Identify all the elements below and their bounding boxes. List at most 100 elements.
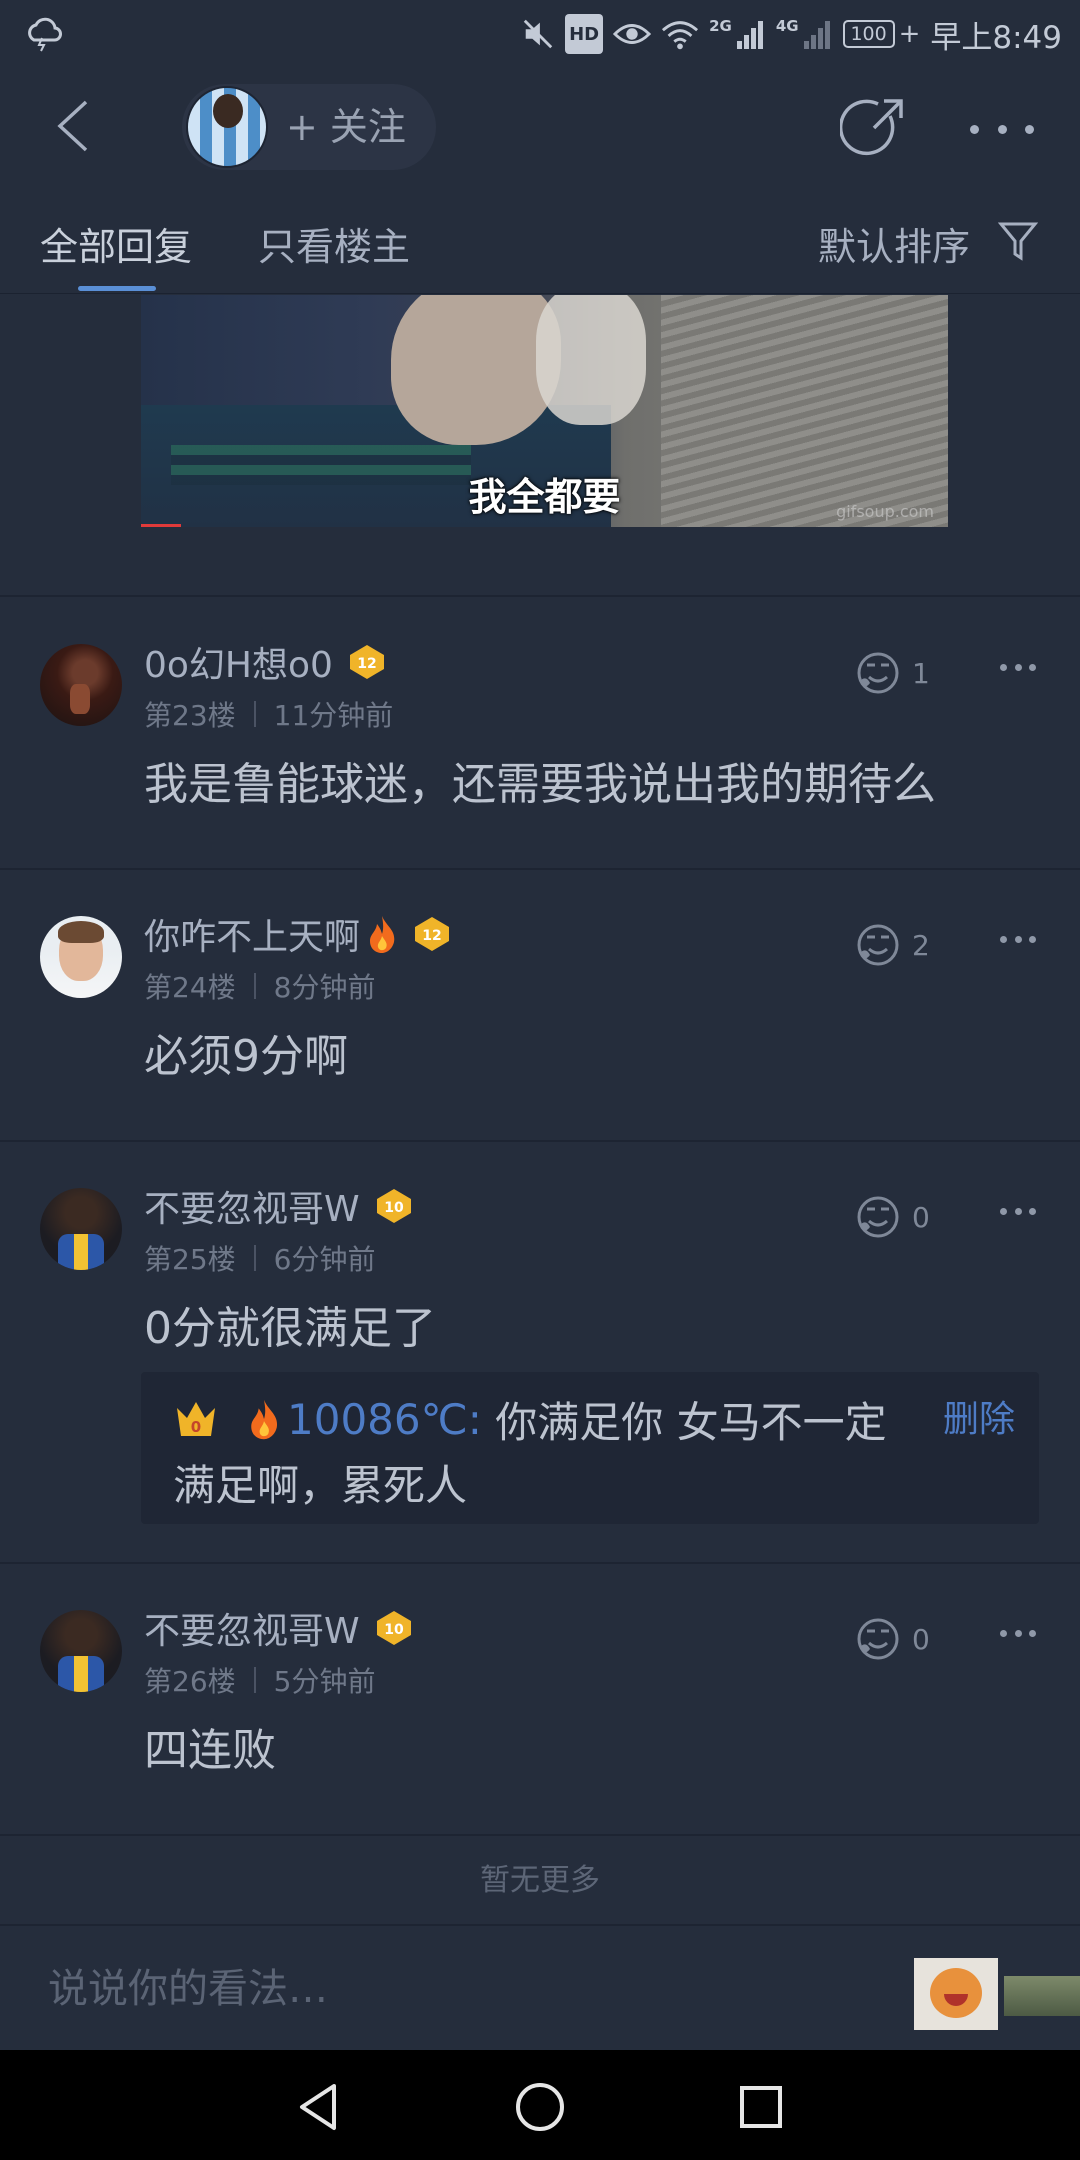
comment-more-button[interactable] (1000, 664, 1036, 674)
comment-header: 你咋不上天啊 12 (144, 908, 452, 960)
nav-home-button[interactable] (513, 2080, 567, 2134)
nav-back-button[interactable] (292, 2080, 346, 2134)
comment-text: 必须9分啊 (144, 1031, 348, 1082)
level-number: 10 (384, 1200, 404, 1216)
sub-reply-colon: : (467, 1394, 496, 1444)
meme-watermark: gifsoup.com (836, 502, 934, 521)
signal-icon (736, 14, 766, 54)
reply-input[interactable]: 说说你的看法… (48, 1956, 748, 2022)
comment-header: 不要忽视哥W 10 (144, 1602, 414, 1654)
comment-header: 不要忽视哥W 10 (144, 1180, 414, 1232)
mute-icon (521, 14, 555, 54)
meme-image[interactable]: 我全都要 gifsoup.com (141, 295, 948, 527)
delete-sub-reply-button[interactable]: 删除 (943, 1390, 1015, 1442)
post-time: 5分钟前 (273, 1665, 376, 1698)
network-2g-label: 2G (709, 17, 732, 35)
level-badge-icon: 12 (412, 915, 452, 953)
fire-icon (366, 914, 398, 954)
no-more-label: 暂无更多 (0, 1836, 1080, 1926)
author-avatar[interactable] (186, 86, 268, 168)
username[interactable]: 你咋不上天啊 (144, 908, 360, 960)
follow-label: + 关注 (286, 105, 406, 149)
avatar[interactable] (40, 644, 122, 726)
reply-tabs: 全部回复 只看楼主 默认排序 (0, 190, 1080, 294)
more-dots-icon (970, 124, 979, 134)
comment-header: 0o幻H想o0 12 (144, 636, 387, 688)
post-time: 6分钟前 (273, 1243, 376, 1276)
status-bar: HD 2G 4G 100 + 早上8:49 (0, 0, 1080, 66)
avatar[interactable] (40, 916, 122, 998)
username[interactable]: 0o幻H想o0 (144, 636, 333, 688)
comment-item: 你咋不上天啊 12 第24楼 8分钟前 必须9分啊 2 (0, 870, 1080, 1142)
image-thumbnail[interactable] (1004, 1976, 1080, 2016)
signal-icon-2 (803, 14, 833, 54)
comment-more-button[interactable] (1000, 1630, 1036, 1640)
nav-back-icon (300, 2084, 336, 2130)
like-button[interactable]: 0 (856, 1614, 930, 1664)
weather-icon (24, 16, 64, 52)
back-button[interactable] (44, 94, 108, 158)
floor-number: 第23楼 (144, 699, 236, 732)
sort-dropdown[interactable]: 默认排序 (818, 216, 970, 271)
comment-meta: 第25楼 6分钟前 (144, 1238, 375, 1278)
level-badge-icon: 12 (347, 643, 387, 681)
sub-reply-text-line1: 你满足你 女马不一定 (495, 1397, 887, 1447)
level-number: 12 (357, 656, 376, 672)
tab-all-replies[interactable]: 全部回复 (40, 216, 192, 271)
comment-item: 不要忽视哥W 10 第25楼 6分钟前 0分就很满足了 0 0 10086℃:… (0, 1142, 1080, 1564)
sub-reply[interactable]: 0 10086℃ : 你满足你 女马不一定 删除 满足啊，累死人 (141, 1372, 1039, 1524)
avatar[interactable] (40, 1188, 122, 1270)
floor-number: 第25楼 (144, 1243, 236, 1276)
floor-number: 第26楼 (144, 1665, 236, 1698)
level-badge-icon: 10 (374, 1609, 414, 1647)
comment-more-button[interactable] (1000, 936, 1036, 946)
hd-icon: HD (565, 14, 604, 54)
sub-reply-text-line2: 满足啊，累死人 (173, 1461, 468, 1510)
follow-button[interactable]: + 关注 (182, 84, 436, 170)
like-count: 1 (912, 656, 930, 690)
share-button[interactable] (838, 96, 906, 162)
emoji-sticker-thumbnail[interactable] (914, 1958, 998, 2030)
username[interactable]: 不要忽视哥W (144, 1180, 360, 1232)
nav-recents-button[interactable] (734, 2080, 788, 2134)
battery-indicator: 100 (842, 20, 895, 48)
more-options-button[interactable] (970, 114, 1034, 144)
crown-icon: 0 (177, 1402, 215, 1436)
sub-reply-username[interactable]: 10086℃ (287, 1395, 468, 1444)
charging-icon: + (898, 19, 921, 49)
crown-level: 0 (191, 1418, 201, 1436)
comment-item: 不要忽视哥W 10 第26楼 5分钟前 四连败 0 (0, 1564, 1080, 1836)
level-badge-icon: 10 (374, 1187, 414, 1225)
active-tab-indicator (78, 286, 156, 291)
comment-more-button[interactable] (1000, 1208, 1036, 1218)
post-header: + 关注 (0, 66, 1080, 190)
avatar[interactable] (40, 1610, 122, 1692)
share-icon (838, 99, 903, 156)
like-face-icon (857, 924, 899, 966)
reply-bar: 说说你的看法… (0, 1928, 1080, 2050)
comment-meta: 第23楼 11分钟前 (144, 694, 393, 734)
nav-home-icon (516, 2083, 564, 2131)
eye-comfort-icon (613, 14, 652, 54)
like-count: 2 (912, 928, 930, 962)
like-button[interactable]: 1 (856, 648, 930, 698)
username[interactable]: 不要忽视哥W (144, 1602, 360, 1654)
comment-meta: 第24楼 8分钟前 (144, 966, 375, 1006)
like-face-icon (857, 652, 899, 694)
comment-text: 我是鲁能球迷，还需要我说出我的期待么 (144, 759, 936, 810)
comment-text: 四连败 (144, 1725, 276, 1776)
like-face-icon (857, 1196, 899, 1238)
gif-progress-bar (141, 524, 181, 527)
tab-op-only[interactable]: 只看楼主 (258, 216, 410, 271)
level-number: 10 (384, 1622, 404, 1638)
like-button[interactable]: 0 (856, 1192, 930, 1242)
like-button[interactable]: 2 (856, 920, 930, 970)
floor-number: 第24楼 (144, 971, 236, 1004)
filter-icon[interactable] (997, 220, 1039, 262)
wifi-icon (661, 14, 699, 54)
post-time: 8分钟前 (273, 971, 376, 1004)
like-count: 0 (912, 1200, 930, 1234)
nav-recents-icon (740, 2086, 782, 2128)
back-arrow-icon (57, 100, 88, 152)
system-navigation-bar (0, 2050, 1080, 2160)
